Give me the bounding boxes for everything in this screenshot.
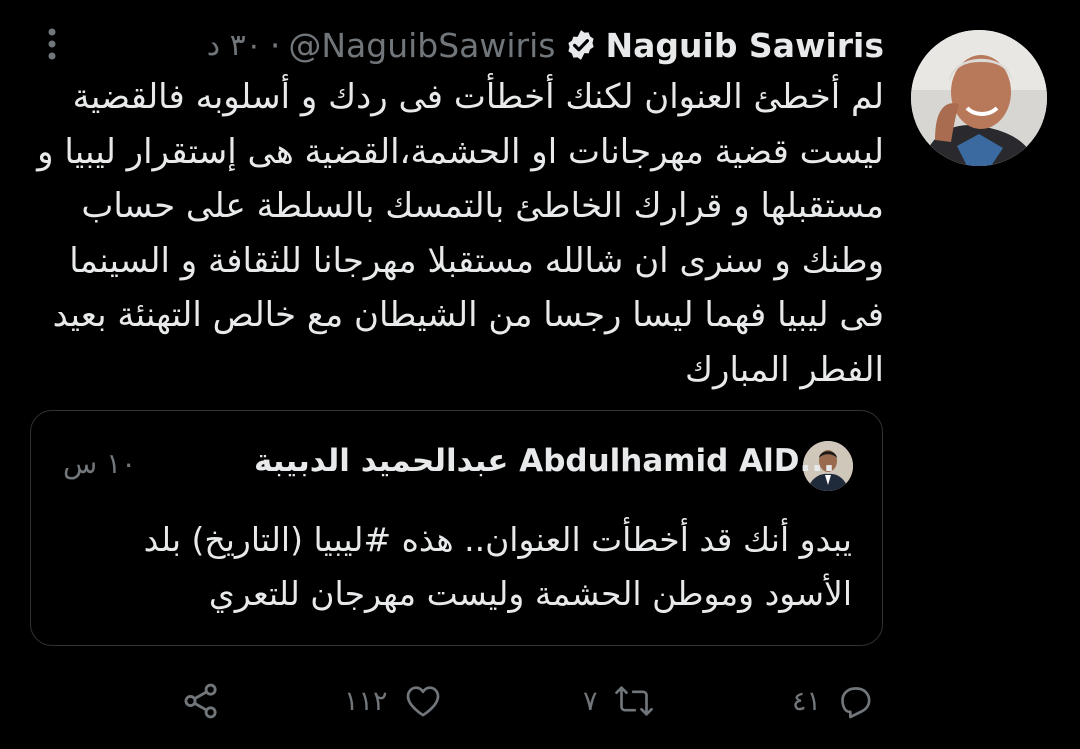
share-button[interactable]: [180, 678, 222, 724]
retweet-count: ٧: [583, 685, 598, 717]
tweet-timestamp[interactable]: ٣٠ د: [207, 28, 262, 63]
tweet-header: Naguib Sawiris @NaguibSawiris · ٣٠ د: [207, 22, 884, 68]
verified-badge-icon: [564, 28, 598, 62]
quoted-timestamp: ١٠ س: [63, 447, 137, 480]
retweet-button[interactable]: ٧: [583, 678, 656, 724]
like-count: ١١٢: [344, 685, 388, 717]
author-display-name[interactable]: Naguib Sawiris: [606, 26, 885, 65]
like-icon: [406, 686, 439, 717]
author-handle[interactable]: @NaguibSawiris: [288, 26, 555, 65]
quoted-tweet-text: يبدو أنك قد أخطأت العنوان.. هذه #ليبيا (…: [143, 520, 852, 613]
reply-icon: [841, 687, 871, 719]
more-icon[interactable]: [40, 24, 64, 64]
retweet-icon: [614, 686, 653, 716]
reply-button[interactable]: ٤١: [792, 678, 875, 724]
share-icon: [184, 683, 217, 719]
tweet-text: لم أخطئ العنوان لكنك أخطأت فى ردك و أسلو…: [37, 77, 884, 390]
quoted-author-name: عبدالحميد الدبيبة Abdulhamid AlD...: [254, 443, 835, 479]
author-avatar[interactable]: [911, 30, 1047, 166]
like-button[interactable]: ١١٢: [344, 678, 444, 724]
separator-dot: ·: [269, 25, 281, 65]
reply-count: ٤١: [792, 685, 822, 717]
action-bar: ٤١ ٧ ١١٢: [0, 678, 1080, 724]
quoted-tweet[interactable]: عبدالحميد الدبيبة Abdulhamid AlD... ١٠ س…: [30, 410, 883, 646]
tweet[interactable]: Naguib Sawiris @NaguibSawiris · ٣٠ د لم …: [0, 0, 1080, 749]
